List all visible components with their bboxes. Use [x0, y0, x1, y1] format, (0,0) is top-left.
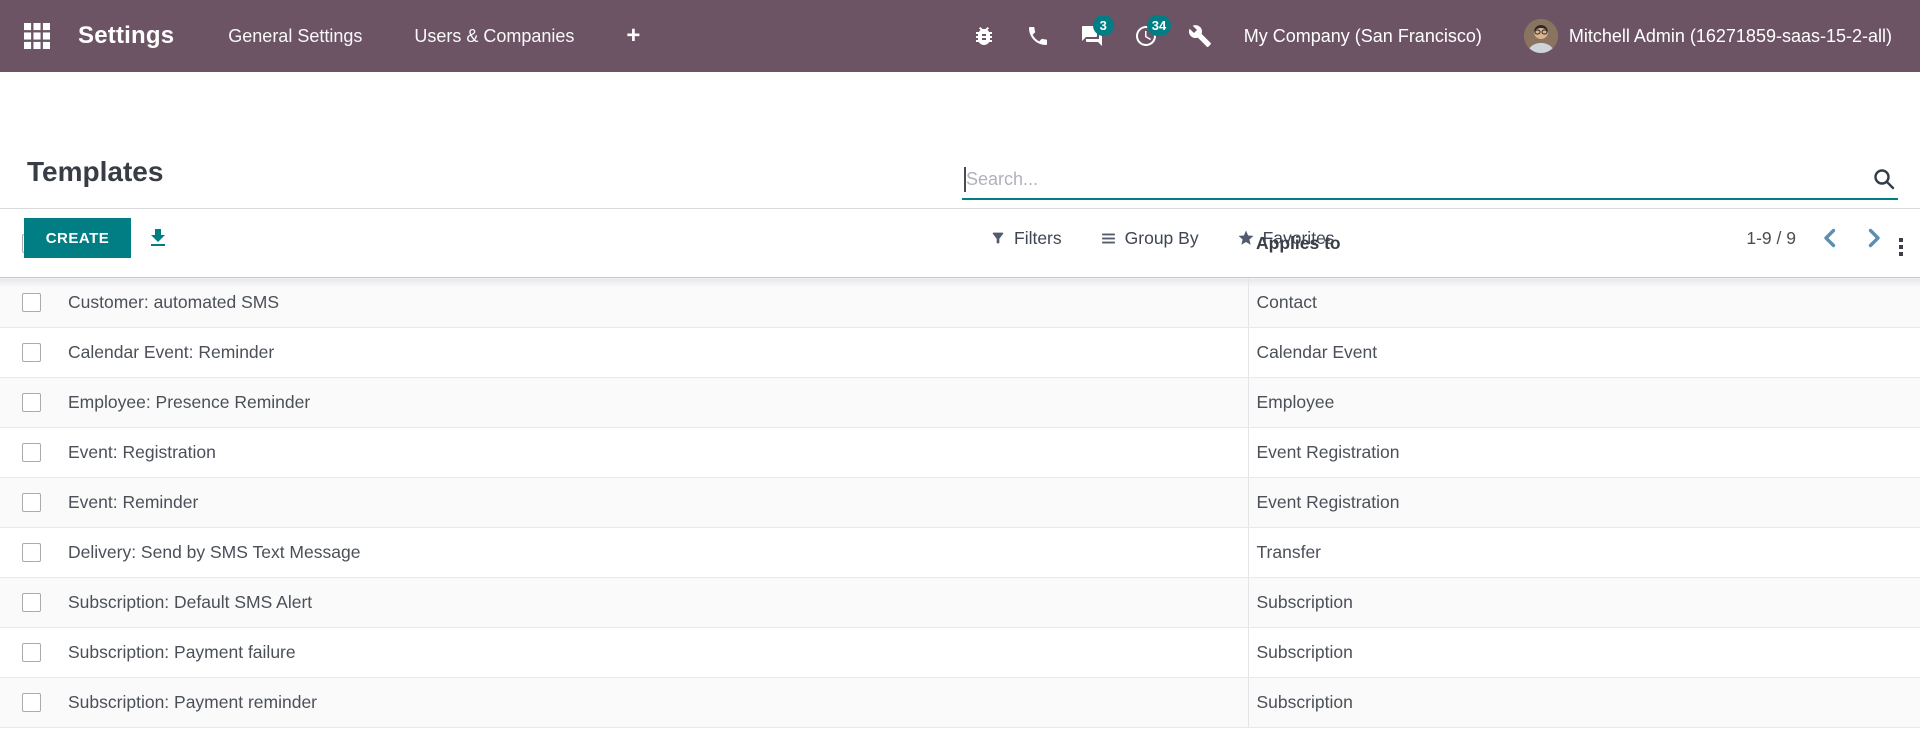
applies-to-cell[interactable]: Subscription: [1248, 678, 1872, 728]
template-name: Subscription: Default SMS Alert: [68, 592, 312, 612]
group-by-label: Group By: [1125, 228, 1199, 249]
template-name: Event: Reminder: [68, 492, 198, 512]
template-name-cell[interactable]: Calendar Event: Reminder: [56, 328, 1248, 378]
filter-funnel-icon: [990, 230, 1006, 246]
template-name-cell[interactable]: Subscription: Payment failure: [56, 628, 1248, 678]
top-menu: General Settings Users & Companies: [228, 26, 574, 47]
row-checkbox[interactable]: [22, 543, 41, 562]
control-panel: Templates CREATE Filters Group By Favori…: [0, 72, 1920, 208]
tools-icon[interactable]: [1188, 24, 1212, 48]
topbar-right: 3 34 My Company (San Francisco) Mitchell…: [942, 19, 1892, 53]
applies-to-cell[interactable]: Event Registration: [1248, 428, 1872, 478]
template-name-cell[interactable]: Event: Registration: [56, 428, 1248, 478]
menu-users-companies[interactable]: Users & Companies: [414, 26, 574, 47]
row-checkbox[interactable]: [22, 293, 41, 312]
applies-to-value: Subscription: [1257, 592, 1353, 612]
search-input[interactable]: [962, 162, 1864, 196]
pager-range: 1-9 / 9: [1746, 228, 1796, 249]
search-bar: [962, 162, 1898, 200]
create-button[interactable]: CREATE: [24, 218, 131, 258]
row-checkbox[interactable]: [22, 593, 41, 612]
user-menu[interactable]: Mitchell Admin (16271859-saas-15-2-all): [1569, 26, 1892, 47]
template-name: Event: Registration: [68, 442, 216, 462]
table-row[interactable]: Event: Registration Event Registration: [0, 428, 1920, 478]
template-name-cell[interactable]: Subscription: Payment reminder: [56, 678, 1248, 728]
phone-icon[interactable]: [1026, 24, 1050, 48]
applies-to-value: Event Registration: [1257, 492, 1400, 512]
messages-icon[interactable]: 3: [1080, 24, 1104, 48]
bug-icon[interactable]: [972, 24, 996, 48]
row-checkbox[interactable]: [22, 693, 41, 712]
table-row[interactable]: Employee: Presence Reminder Employee: [0, 378, 1920, 428]
template-name-cell[interactable]: Customer: automated SMS: [56, 278, 1248, 328]
template-name-cell[interactable]: Subscription: Default SMS Alert: [56, 578, 1248, 628]
template-name-cell[interactable]: Employee: Presence Reminder: [56, 378, 1248, 428]
search-icon[interactable]: [1872, 167, 1896, 191]
row-checkbox[interactable]: [22, 493, 41, 512]
applies-to-cell[interactable]: Employee: [1248, 378, 1872, 428]
applies-to-cell[interactable]: Subscription: [1248, 578, 1872, 628]
applies-to-value: Employee: [1257, 392, 1335, 412]
favorites-button[interactable]: Favorites: [1237, 228, 1335, 249]
applies-to-value: Transfer: [1257, 542, 1322, 562]
templates-table: Name Applies to Customer: automated SMS …: [0, 208, 1920, 728]
company-switcher[interactable]: My Company (San Francisco): [1244, 26, 1482, 47]
activities-badge: 34: [1147, 15, 1171, 36]
group-by-button[interactable]: Group By: [1100, 228, 1199, 249]
template-name: Delivery: Send by SMS Text Message: [68, 542, 360, 562]
menu-general-settings[interactable]: General Settings: [228, 26, 362, 47]
row-checkbox[interactable]: [22, 343, 41, 362]
table-row[interactable]: Customer: automated SMS Contact: [0, 278, 1920, 328]
table-row[interactable]: Subscription: Payment reminder Subscript…: [0, 678, 1920, 728]
applies-to-value: Contact: [1257, 292, 1317, 312]
export-download-icon[interactable]: [146, 226, 170, 250]
template-name-cell[interactable]: Event: Reminder: [56, 478, 1248, 528]
template-name: Employee: Presence Reminder: [68, 392, 310, 412]
filters-label: Filters: [1014, 228, 1062, 249]
table-row[interactable]: Delivery: Send by SMS Text Message Trans…: [0, 528, 1920, 578]
top-navbar: Settings General Settings Users & Compan…: [0, 0, 1920, 72]
filter-bar: Filters Group By Favorites: [990, 220, 1335, 256]
template-table-body: Customer: automated SMS Contact Calendar…: [0, 278, 1920, 728]
template-name: Subscription: Payment reminder: [68, 692, 317, 712]
row-checkbox[interactable]: [22, 443, 41, 462]
apps-grid-icon[interactable]: [24, 23, 50, 49]
template-name: Customer: automated SMS: [68, 292, 279, 312]
applies-to-cell[interactable]: Event Registration: [1248, 478, 1872, 528]
pager: 1-9 / 9: [1746, 220, 1884, 256]
applies-to-cell[interactable]: Subscription: [1248, 628, 1872, 678]
table-row[interactable]: Subscription: Default SMS Alert Subscrip…: [0, 578, 1920, 628]
template-name: Subscription: Payment failure: [68, 642, 296, 662]
applies-to-cell[interactable]: Contact: [1248, 278, 1872, 328]
pager-next-icon[interactable]: [1864, 227, 1884, 249]
applies-to-value: Subscription: [1257, 692, 1353, 712]
applies-to-value: Calendar Event: [1257, 342, 1378, 362]
table-header-row: Name Applies to: [0, 209, 1920, 278]
user-avatar[interactable]: [1524, 19, 1558, 53]
filters-button[interactable]: Filters: [990, 228, 1062, 249]
applies-to-cell[interactable]: Calendar Event: [1248, 328, 1872, 378]
applies-to-value: Subscription: [1257, 642, 1353, 662]
row-checkbox[interactable]: [22, 643, 41, 662]
star-icon: [1237, 229, 1255, 247]
pager-previous-icon[interactable]: [1820, 227, 1840, 249]
table-row[interactable]: Subscription: Payment failure Subscripti…: [0, 628, 1920, 678]
messages-badge: 3: [1093, 15, 1114, 36]
template-name: Calendar Event: Reminder: [68, 342, 274, 362]
row-checkbox[interactable]: [22, 393, 41, 412]
table-row[interactable]: Event: Reminder Event Registration: [0, 478, 1920, 528]
applies-to-value: Event Registration: [1257, 442, 1400, 462]
app-name[interactable]: Settings: [78, 22, 174, 50]
activities-clock-icon[interactable]: 34: [1134, 24, 1158, 48]
page-title: Templates: [27, 156, 163, 188]
applies-to-cell[interactable]: Transfer: [1248, 528, 1872, 578]
favorites-label: Favorites: [1263, 228, 1335, 249]
template-name-cell[interactable]: Delivery: Send by SMS Text Message: [56, 528, 1248, 578]
new-tab-button[interactable]: +: [626, 24, 640, 48]
group-by-lines-icon: [1100, 230, 1117, 247]
optional-columns-icon[interactable]: [1897, 234, 1905, 260]
text-caret: [964, 167, 966, 192]
table-row[interactable]: Calendar Event: Reminder Calendar Event: [0, 328, 1920, 378]
